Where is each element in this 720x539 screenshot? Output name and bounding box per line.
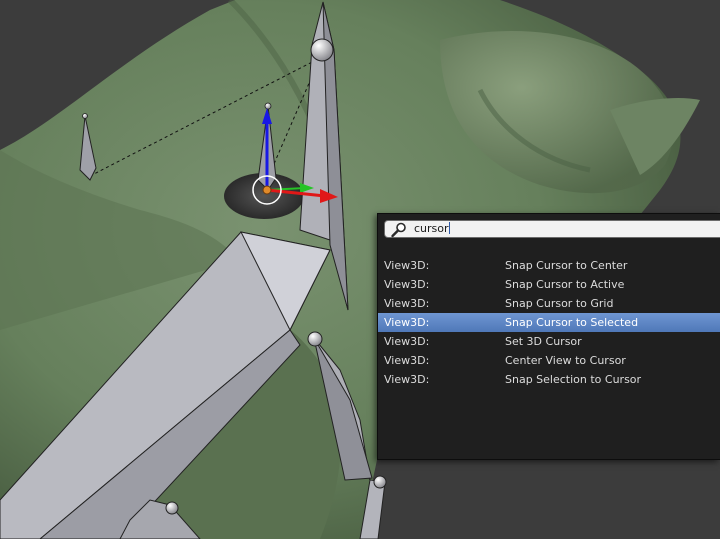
3d-viewport[interactable]: cursor View3D: Snap Cursor to Center Vie… (0, 0, 720, 539)
result-item-set-3d-cursor[interactable]: View3D: Set 3D Cursor (378, 332, 720, 351)
result-item-snap-cursor-to-active[interactable]: View3D: Snap Cursor to Active (378, 275, 720, 294)
result-operator: Snap Cursor to Active (505, 278, 625, 291)
result-context: View3D: (384, 316, 430, 329)
result-context: View3D: (384, 335, 430, 348)
result-item-snap-cursor-to-center[interactable]: View3D: Snap Cursor to Center (378, 256, 720, 275)
result-item-snap-cursor-to-selected[interactable]: View3D: Snap Cursor to Selected (378, 313, 720, 332)
result-context: View3D: (384, 354, 430, 367)
result-operator: Center View to Cursor (505, 354, 626, 367)
search-icon (391, 222, 406, 238)
result-context: View3D: (384, 278, 430, 291)
result-operator: Snap Cursor to Selected (505, 316, 639, 329)
operator-search-menu: cursor View3D: Snap Cursor to Center Vie… (377, 213, 720, 460)
result-operator: Snap Selection to Cursor (505, 373, 642, 386)
result-operator: Snap Cursor to Grid (505, 297, 614, 310)
search-input[interactable]: cursor (384, 220, 720, 238)
result-item-snap-cursor-to-grid[interactable]: View3D: Snap Cursor to Grid (378, 294, 720, 313)
result-item-center-view-to-cursor[interactable]: View3D: Center View to Cursor (378, 351, 720, 370)
text-caret (448, 222, 450, 234)
search-value: cursor (414, 222, 450, 235)
result-context: View3D: (384, 297, 430, 310)
result-context: View3D: (384, 373, 430, 386)
result-operator: Snap Cursor to Center (505, 259, 628, 272)
search-results-list: View3D: Snap Cursor to Center View3D: Sn… (378, 256, 720, 389)
result-item-snap-selection-to-cursor[interactable]: View3D: Snap Selection to Cursor (378, 370, 720, 389)
result-operator: Set 3D Cursor (505, 335, 582, 348)
result-context: View3D: (384, 259, 430, 272)
